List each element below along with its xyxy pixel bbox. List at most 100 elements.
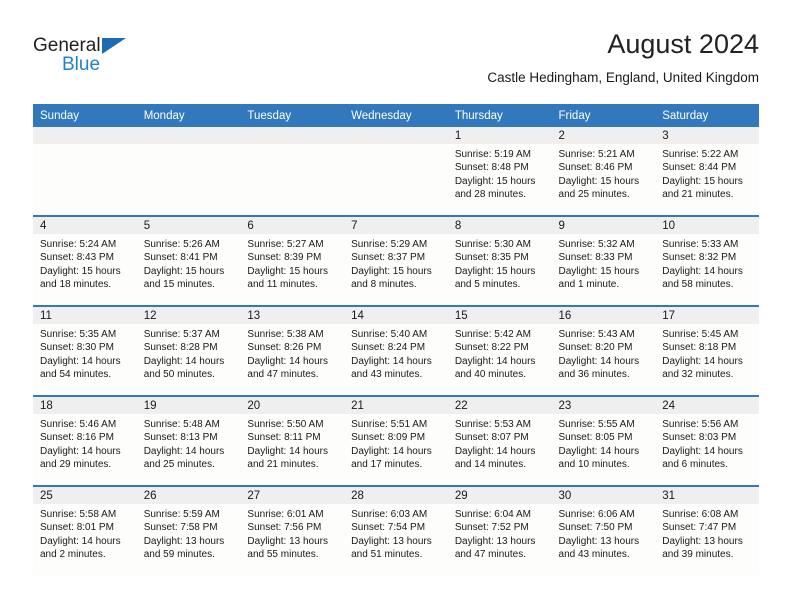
calendar-day-cell[interactable]: 14 Sunrise: 5:40 AM Sunset: 8:24 PM Dayligh… xyxy=(344,305,448,396)
day-cell-details: Sunrise: 5:51 AM Sunset: 8:09 PM Daylight:… xyxy=(344,414,448,472)
day-cell-inner: 30 Sunrise: 6:06 AM Sunset: 7:50 PM Dayligh… xyxy=(551,487,656,575)
day-detail-line: Sunset: 8:46 PM xyxy=(558,162,633,174)
weekday-header-sunday: Sunday xyxy=(33,104,137,127)
day-detail-line: and 25 minutes. xyxy=(558,189,630,201)
day-detail-line: Sunrise: 5:46 AM xyxy=(40,419,117,430)
calendar-day-cell[interactable]: 9 Sunrise: 5:32 AM Sunset: 8:33 PM Daylight… xyxy=(551,215,656,306)
day-cell-inner: 14 Sunrise: 5:40 AM Sunset: 8:24 PM Dayligh… xyxy=(344,307,448,395)
calendar-day-cell[interactable]: 26 Sunrise: 5:59 AM Sunset: 7:58 PM Dayligh… xyxy=(136,485,241,575)
day-detail-line: and 47 minutes. xyxy=(247,369,319,381)
calendar-day-cell[interactable]: 29 Sunrise: 6:04 AM Sunset: 7:52 PM Dayligh… xyxy=(447,485,552,575)
day-cell-inner: 22 Sunrise: 5:53 AM Sunset: 8:07 PM Dayligh… xyxy=(447,397,552,485)
day-detail-line: Daylight: 15 hours xyxy=(247,265,329,277)
calendar-day-cell[interactable]: 16 Sunrise: 5:43 AM Sunset: 8:20 PM Dayligh… xyxy=(551,305,656,396)
calendar-day-cell[interactable]: 21 Sunrise: 5:51 AM Sunset: 8:09 PM Dayligh… xyxy=(344,395,448,486)
day-detail-line: Daylight: 14 hours xyxy=(247,445,329,457)
day-detail-line: Sunrise: 5:27 AM xyxy=(247,239,324,250)
calendar-day-cell[interactable]: 6 Sunrise: 5:27 AM Sunset: 8:39 PM Daylight… xyxy=(240,215,345,306)
day-detail-line: Sunrise: 6:08 AM xyxy=(662,509,739,520)
day-detail-line: Daylight: 14 hours xyxy=(351,355,432,367)
day-detail-line: Sunset: 8:13 PM xyxy=(143,432,218,444)
day-cell-inner: 27 Sunrise: 6:01 AM Sunset: 7:56 PM Dayligh… xyxy=(240,487,345,575)
calendar-day-cell[interactable]: 3 Sunrise: 5:22 AM Sunset: 8:44 PM Daylight… xyxy=(655,127,759,216)
calendar-day-cell[interactable]: 18 Sunrise: 5:46 AM Sunset: 8:16 PM Dayligh… xyxy=(33,395,137,486)
day-number xyxy=(240,127,345,144)
calendar-week-row: 11 Sunrise: 5:35 AM Sunset: 8:30 PM Dayligh… xyxy=(33,305,759,396)
day-number xyxy=(33,127,137,144)
day-cell-inner xyxy=(240,127,345,215)
weekday-header-row: Sunday Monday Tuesday Wednesday Thursday… xyxy=(33,104,759,127)
calendar-day-cell[interactable]: 13 Sunrise: 5:38 AM Sunset: 8:26 PM Dayligh… xyxy=(240,305,345,396)
calendar-day-cell[interactable]: 17 Sunrise: 5:45 AM Sunset: 8:18 PM Dayligh… xyxy=(655,305,759,396)
calendar-day-cell[interactable]: 5 Sunrise: 5:26 AM Sunset: 8:41 PM Daylight… xyxy=(136,215,241,306)
day-cell-inner: 26 Sunrise: 5:59 AM Sunset: 7:58 PM Dayligh… xyxy=(136,487,241,575)
day-cell-inner: 4 Sunrise: 5:24 AM Sunset: 8:43 PM Daylight… xyxy=(33,217,137,305)
day-detail-line: and 39 minutes. xyxy=(662,549,734,561)
day-detail-line: Sunrise: 5:26 AM xyxy=(143,239,220,250)
day-detail-line: Daylight: 13 hours xyxy=(454,535,536,547)
calendar-day-cell[interactable]: 4 Sunrise: 5:24 AM Sunset: 8:43 PM Daylight… xyxy=(33,215,137,306)
day-cell-inner xyxy=(33,127,137,215)
calendar-day-cell[interactable]: 31 Sunrise: 6:08 AM Sunset: 7:47 PM Dayligh… xyxy=(655,485,759,575)
calendar-day-cell[interactable]: 7 Sunrise: 5:29 AM Sunset: 8:37 PM Daylight… xyxy=(344,215,448,306)
calendar-day-cell[interactable]: 2 Sunrise: 5:21 AM Sunset: 8:46 PM Daylight… xyxy=(551,127,656,216)
calendar-day-cell[interactable]: 11 Sunrise: 5:35 AM Sunset: 8:30 PM Dayligh… xyxy=(33,305,137,396)
day-detail-line: Sunset: 7:52 PM xyxy=(454,522,529,534)
calendar-day-cell-empty xyxy=(240,127,345,216)
logo-text-general: General xyxy=(33,35,101,56)
calendar-day-cell[interactable]: 24 Sunrise: 5:56 AM Sunset: 8:03 PM Dayligh… xyxy=(655,395,759,486)
day-number: 13 xyxy=(240,307,345,324)
day-number: 24 xyxy=(655,397,759,414)
day-detail-line: Sunset: 8:43 PM xyxy=(40,252,114,264)
day-cell-inner: 15 Sunrise: 5:42 AM Sunset: 8:22 PM Dayligh… xyxy=(447,307,552,395)
day-detail-line: Sunset: 8:44 PM xyxy=(662,162,737,174)
day-detail-line: and 5 minutes. xyxy=(454,279,521,291)
day-detail-line: Sunrise: 5:33 AM xyxy=(662,239,739,250)
day-detail-line: Sunset: 8:30 PM xyxy=(40,342,114,354)
day-number: 29 xyxy=(447,487,552,504)
day-detail-line: Sunrise: 5:32 AM xyxy=(558,239,635,250)
calendar-day-cell[interactable]: 20 Sunrise: 5:50 AM Sunset: 8:11 PM Dayligh… xyxy=(240,395,345,486)
calendar-day-cell[interactable]: 15 Sunrise: 5:42 AM Sunset: 8:22 PM Dayligh… xyxy=(447,305,552,396)
calendar-day-cell[interactable]: 8 Sunrise: 5:30 AM Sunset: 8:35 PM Daylight… xyxy=(447,215,552,306)
calendar-day-cell[interactable]: 27 Sunrise: 6:01 AM Sunset: 7:56 PM Dayligh… xyxy=(240,485,345,575)
day-detail-line: and 36 minutes. xyxy=(558,369,630,381)
calendar-day-cell[interactable]: 10 Sunrise: 5:33 AM Sunset: 8:32 PM Dayligh… xyxy=(655,215,759,306)
day-number: 15 xyxy=(447,307,552,324)
day-number: 11 xyxy=(33,307,137,324)
day-detail-line: Sunrise: 5:51 AM xyxy=(351,419,428,430)
day-detail-line: and 11 minutes. xyxy=(247,279,318,291)
day-cell-details: Sunrise: 5:30 AM Sunset: 8:35 PM Daylight:… xyxy=(448,234,552,292)
calendar-day-cell[interactable]: 1 Sunrise: 5:19 AM Sunset: 8:48 PM Daylight… xyxy=(447,127,552,216)
day-cell-details xyxy=(137,144,241,148)
calendar-day-cell[interactable]: 19 Sunrise: 5:48 AM Sunset: 8:13 PM Dayligh… xyxy=(136,395,241,486)
calendar-day-cell[interactable]: 12 Sunrise: 5:37 AM Sunset: 8:28 PM Dayligh… xyxy=(136,305,241,396)
day-detail-line: Sunrise: 5:29 AM xyxy=(351,239,428,250)
day-detail-line: Sunset: 8:33 PM xyxy=(558,252,633,264)
day-detail-line: Sunset: 7:54 PM xyxy=(351,522,426,534)
day-detail-line: Daylight: 14 hours xyxy=(351,445,432,457)
day-cell-details: Sunrise: 5:19 AM Sunset: 8:48 PM Daylight:… xyxy=(448,144,552,202)
day-detail-line: Daylight: 14 hours xyxy=(40,355,121,367)
day-cell-inner: 25 Sunrise: 5:58 AM Sunset: 8:01 PM Dayligh… xyxy=(33,487,137,575)
calendar-day-cell[interactable]: 30 Sunrise: 6:06 AM Sunset: 7:50 PM Dayligh… xyxy=(551,485,656,575)
day-detail-line: Sunrise: 5:38 AM xyxy=(247,329,324,340)
calendar-day-cell[interactable]: 22 Sunrise: 5:53 AM Sunset: 8:07 PM Dayligh… xyxy=(447,395,552,486)
day-cell-details: Sunrise: 5:27 AM Sunset: 8:39 PM Daylight:… xyxy=(240,234,344,292)
day-detail-line: Daylight: 14 hours xyxy=(662,445,743,457)
day-detail-line: and 54 minutes. xyxy=(40,369,112,381)
calendar-day-cell[interactable]: 25 Sunrise: 5:58 AM Sunset: 8:01 PM Dayligh… xyxy=(33,485,137,575)
calendar-day-cell[interactable]: 23 Sunrise: 5:55 AM Sunset: 8:05 PM Dayligh… xyxy=(551,395,656,486)
day-number: 8 xyxy=(447,217,552,234)
day-cell-inner: 28 Sunrise: 6:03 AM Sunset: 7:54 PM Dayligh… xyxy=(344,487,448,575)
generalblue-logo[interactable]: General Blue xyxy=(33,36,233,86)
calendar-day-cell-empty xyxy=(344,127,448,216)
title-block: August 2024 Castle Hedingham, England, U… xyxy=(487,28,759,88)
day-number: 23 xyxy=(551,397,656,414)
calendar-day-cell[interactable]: 28 Sunrise: 6:03 AM Sunset: 7:54 PM Dayligh… xyxy=(344,485,448,575)
day-cell-details: Sunrise: 5:22 AM Sunset: 8:44 PM Daylight:… xyxy=(655,144,759,202)
day-number: 19 xyxy=(136,397,241,414)
day-detail-line: Sunset: 8:20 PM xyxy=(558,342,633,354)
page-header: General Blue August 2024 Castle Hedingha… xyxy=(33,28,759,100)
day-number: 31 xyxy=(655,487,759,504)
